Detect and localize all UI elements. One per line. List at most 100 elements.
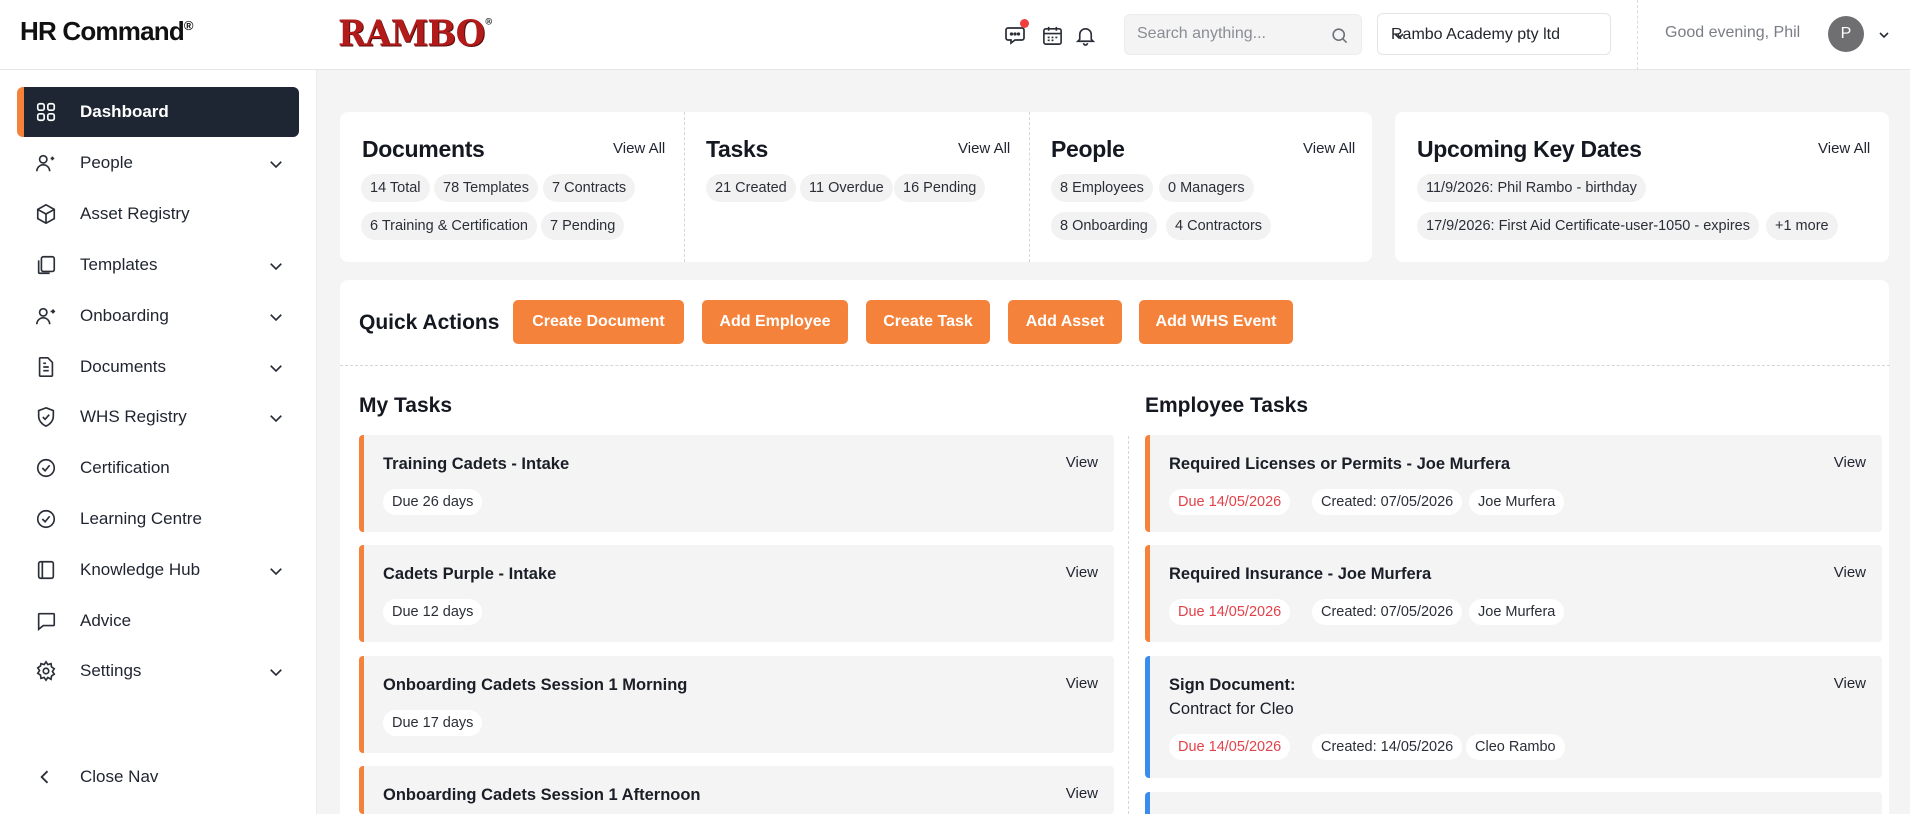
chevron-down-icon[interactable] [267,562,285,580]
task-due-badge: Due 14/05/2026 [1169,599,1291,625]
my-task-card[interactable]: Onboarding Cadets Session 1 Afternoon Vi… [359,766,1114,814]
documents-templates-badge: 78 Templates [434,174,538,202]
book-icon [35,559,63,581]
sidebar-item-label: Certification [80,458,170,477]
search-icon[interactable] [1330,26,1349,45]
task-view-link[interactable]: View [1066,454,1098,471]
key-dates-view-all-link[interactable]: View All [1818,140,1870,157]
sidebar-item-asset-registry[interactable]: Asset Registry [17,189,299,239]
chevron-down-icon[interactable] [267,359,285,377]
calendar-icon[interactable] [1039,22,1065,48]
created-label: Created: [1321,739,1377,755]
sidebar-item-templates[interactable]: Templates [17,240,299,290]
task-view-link[interactable]: View [1834,564,1866,581]
sidebar-item-whs-registry[interactable]: WHS Registry [17,392,299,442]
task-view-link[interactable]: View [1066,675,1098,692]
company-select[interactable]: Rambo Academy pty ltd [1377,13,1611,55]
close-nav-button[interactable]: Close Nav [17,752,299,802]
sidebar-item-label: Onboarding [80,306,169,325]
avatar[interactable]: P [1828,16,1864,52]
chevron-left-icon [35,767,63,787]
chevron-down-icon[interactable] [1876,27,1892,43]
people-view-all-link[interactable]: View All [1303,140,1355,157]
key-dates-title: Upcoming Key Dates [1417,136,1642,162]
key-dates-more-badge[interactable]: +1 more [1766,212,1838,240]
my-task-card[interactable]: Onboarding Cadets Session 1 Morning View… [359,656,1114,753]
tasks-view-all-link[interactable]: View All [958,140,1010,157]
tasks-pending-badge: 16 Pending [894,174,986,202]
box-icon [35,203,63,225]
task-view-link[interactable]: View [1066,785,1098,802]
create-document-button[interactable]: Create Document [513,300,684,344]
sidebar-item-label: Learning Centre [80,509,202,528]
my-tasks-title: My Tasks [359,394,452,417]
bell-icon[interactable] [1072,22,1098,48]
app-title[interactable]: HR Command® [20,16,193,47]
trademark-mark: ® [183,18,194,33]
documents-contracts-badge: 7 Contracts [543,174,636,202]
divider [684,112,685,262]
employee-tasks-title: Employee Tasks [1145,394,1309,417]
employee-task-card[interactable] [1145,792,1882,814]
divider [340,365,1890,366]
close-nav-label: Close Nav [80,767,159,786]
brand-logo: RAMBO® [338,13,493,55]
chevron-down-icon[interactable] [267,663,285,681]
sidebar-item-label: WHS Registry [80,407,187,426]
sidebar-item-label: Knowledge Hub [80,560,201,579]
search-box[interactable] [1124,14,1362,55]
task-person-badge: Cleo Rambo [1466,734,1565,760]
brand-logo-mark: ® [484,17,493,28]
copy-icon [35,254,63,276]
add-whs-event-button[interactable]: Add WHS Event [1139,300,1293,344]
created-date: 07/05/2026 [1380,494,1454,510]
key-date-badge: 11/9/2026: Phil Rambo - birthday [1417,174,1646,202]
employee-task-card[interactable]: Required Licenses or Permits - Joe Murfe… [1145,435,1882,532]
sidebar-item-onboarding[interactable]: Onboarding [17,291,299,341]
task-view-link[interactable]: View [1066,564,1098,581]
search-input[interactable] [1137,25,1327,43]
chevron-down-icon[interactable] [267,409,285,427]
sidebar-item-label: People [80,153,133,172]
sidebar-item-advice[interactable]: Advice [17,596,299,646]
documents-view-all-link[interactable]: View All [613,140,665,157]
sidebar-item-label: Documents [80,357,166,376]
employee-task-card[interactable]: Sign Document: Contract for Cleo View Du… [1145,656,1882,778]
sidebar-item-settings[interactable]: Settings [17,646,299,696]
documents-training-badge: 6 Training & Certification [361,212,537,240]
chevron-down-icon[interactable] [267,257,285,275]
task-title: Sign Document: [1169,676,1296,694]
task-due-badge: Due 14/05/2026 [1169,734,1291,760]
sidebar-item-knowledge-hub[interactable]: Knowledge Hub [17,545,299,595]
sidebar-item-certification[interactable]: Certification [17,443,299,493]
sidebar-item-learning-centre[interactable]: Learning Centre [17,494,299,544]
chat-icon[interactable] [1003,19,1029,48]
task-created-badge: Created: 14/05/2026 [1312,734,1463,760]
task-view-link[interactable]: View [1834,454,1866,471]
task-due-badge: Due 17 days [383,710,483,736]
greeting-text: Good evening, Phil [1665,24,1801,41]
task-due-badge: Due 26 days [383,489,483,515]
task-title: Onboarding Cadets Session 1 Morning [383,676,688,694]
task-person-badge: Joe Murfera [1469,489,1565,515]
chevron-down-icon[interactable] [267,308,285,326]
task-title: Training Cadets - Intake [383,455,570,473]
people-title: People [1051,136,1125,162]
sidebar-item-people[interactable]: People [17,138,299,188]
sidebar-item-documents[interactable]: Documents [17,342,299,392]
sidebar-item-dashboard[interactable]: Dashboard [17,87,299,137]
create-task-button[interactable]: Create Task [866,300,990,344]
user-arrow-icon [35,305,63,327]
top-bar: HR Command® RAMBO® Rambo Academy pty ltd… [0,0,1910,70]
add-asset-button[interactable]: Add Asset [1008,300,1122,344]
task-view-link[interactable]: View [1834,675,1866,692]
chevron-down-icon[interactable] [267,155,285,173]
task-created-badge: Created: 07/05/2026 [1312,489,1463,515]
header-divider [1637,0,1638,70]
my-task-card[interactable]: Training Cadets - Intake View Due 26 day… [359,435,1114,532]
my-task-card[interactable]: Cadets Purple - Intake View Due 12 days [359,545,1114,642]
tasks-title: Tasks [706,136,769,162]
employee-task-card[interactable]: Required Insurance - Joe Murfera View Du… [1145,545,1882,642]
task-person-badge: Joe Murfera [1469,599,1565,625]
add-employee-button[interactable]: Add Employee [702,300,848,344]
